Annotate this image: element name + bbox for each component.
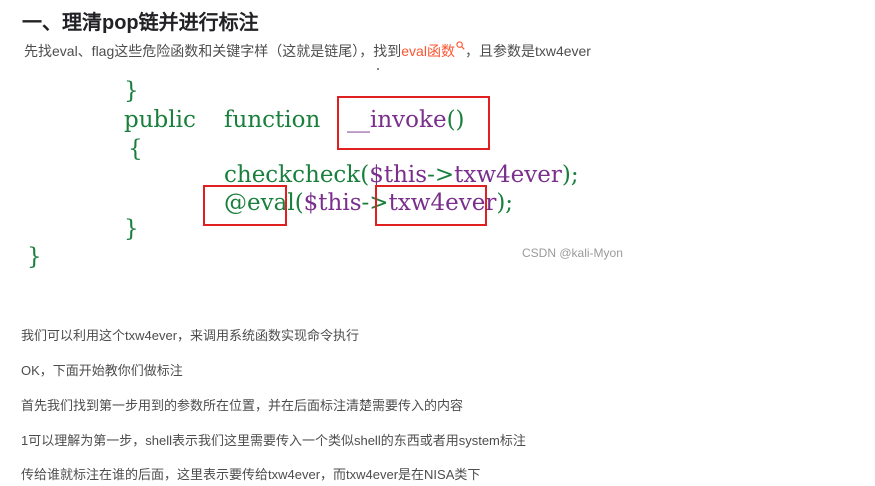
paren: ( xyxy=(360,162,370,188)
code-line-invoke-signature: public xyxy=(124,109,196,132)
paren-semicolon: ); xyxy=(561,162,579,188)
code-line-function-keyword: function xyxy=(224,109,320,132)
intro-paragraph: 先找eval、flag这些危险函数和关键字样（这就是链尾），找到eval函数 ，且… xyxy=(24,41,591,61)
eval-function-link[interactable]: eval函数 xyxy=(401,43,455,59)
search-icon[interactable] xyxy=(456,41,465,50)
paren: ( xyxy=(294,190,304,216)
close-brace: } xyxy=(124,216,139,242)
highlight-box-eval xyxy=(203,185,287,226)
paragraph-4: 1可以理解为第一步，shell表示我们这里需要传入一个类似shell的东西或者用… xyxy=(21,433,526,448)
stray-dot xyxy=(377,68,379,70)
code-line-checkcheck: checkcheck($this->txw4ever); xyxy=(224,164,579,187)
public-keyword: public xyxy=(124,107,196,133)
close-brace: } xyxy=(27,244,42,270)
code-line-close-brace-3: } xyxy=(27,246,42,269)
function-keyword: function xyxy=(224,107,321,133)
paragraph-2: OK，下面开始教你们做标注 xyxy=(21,363,183,378)
highlight-box-txw4ever xyxy=(375,185,487,226)
this-variable: $this xyxy=(303,190,362,216)
paragraph-3: 首先我们找到第一步用到的参数所在位置，并在后面标注清楚需要传入的内容 xyxy=(21,398,464,413)
highlight-box-invoke xyxy=(337,96,490,150)
code-line-close-brace-2: } xyxy=(124,218,139,241)
paragraph-5: 传给谁就标注在谁的后面，这里表示要传给txw4ever，而txw4ever是在N… xyxy=(21,467,481,482)
code-line-open-brace: { xyxy=(128,138,143,161)
open-brace: { xyxy=(128,136,143,162)
intro-text-after: ，且参数是txw4ever xyxy=(464,43,591,59)
close-brace: } xyxy=(124,78,139,104)
paren-semicolon: ); xyxy=(496,190,514,216)
intro-text-before: 先找eval、flag这些危险函数和关键字样（这就是链尾），找到 xyxy=(24,43,402,59)
code-line-close-brace-1: } xyxy=(124,80,139,103)
section-heading: 一、理清pop链并进行标注 xyxy=(22,12,259,34)
paragraph-1: 我们可以利用这个txw4ever，来调用系统函数实现命令执行 xyxy=(21,328,360,343)
csdn-watermark: CSDN @kali-Myon xyxy=(522,246,623,260)
